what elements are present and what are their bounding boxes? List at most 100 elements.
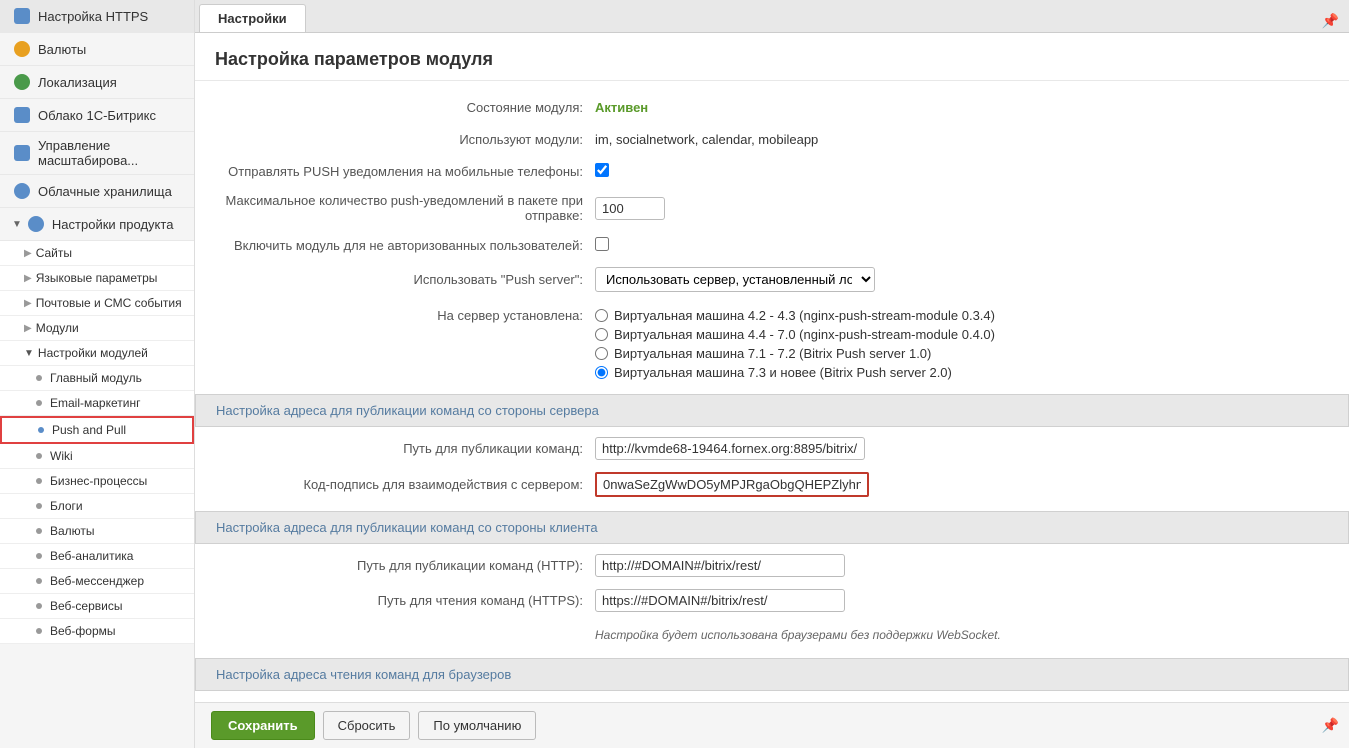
radio-7.1[interactable] [595,347,608,360]
scale-icon [12,143,32,163]
max-push-label: Максимальное количество push-уведомлений… [215,193,595,223]
sidebar-label-sites: Сайты [36,246,72,260]
sidebar-item-mail[interactable]: ▶ Почтовые и СМС события [0,291,194,316]
sidebar-label-locale: Локализация [38,75,117,90]
sidebar-label-messenger: Веб-мессенджер [50,574,144,588]
page-title: Настройка параметров модуля [195,33,1349,81]
default-button[interactable]: По умолчанию [418,711,536,740]
modules-used-label: Используют модули: [215,132,595,147]
push-server-select[interactable]: Использовать сервер, установленный локал… [595,267,875,292]
sidebar-item-storage[interactable]: Облачные хранилища [0,175,194,208]
radio-row-4.2: Виртуальная машина 4.2 - 4.3 (nginx-push… [595,308,1329,323]
sidebar-item-currencies[interactable]: Валюты [0,33,194,66]
currency-icon [12,39,32,59]
dot-icon [38,427,44,433]
sidebar-item-web-forms[interactable]: Веб-формы [0,619,194,644]
chevron-right-icon: ▶ [24,248,32,259]
pub-https-input[interactable] [595,589,845,612]
radio-group: Виртуальная машина 4.2 - 4.3 (nginx-push… [595,308,1329,380]
client-pub-section-header: Настройка адреса для публикации команд с… [195,511,1349,544]
pub-http-input[interactable] [595,554,845,577]
radio-label-4.2: Виртуальная машина 4.2 - 4.3 (nginx-push… [614,308,995,323]
push-server-row: Использовать "Push server": Использовать… [195,261,1349,298]
sidebar-item-scaling[interactable]: Управление масштабирова... [0,132,194,175]
tab-settings[interactable]: Настройки [199,4,306,32]
radio-7.3[interactable] [595,366,608,379]
sidebar-item-product-settings[interactable]: ▼ Настройки продукта [0,208,194,241]
sidebar-label-blogs: Блоги [50,499,83,513]
module-status-value: Активен [595,100,1329,115]
cloud-icon [12,105,32,125]
sidebar-label-module-settings: Настройки модулей [38,346,148,360]
sidebar-item-main-module[interactable]: Главный модуль [0,366,194,391]
sidebar-item-email-marketing[interactable]: Email-маркетинг [0,391,194,416]
pub-http-label: Путь для публикации команд (HTTP): [215,558,595,573]
sidebar-item-lang[interactable]: ▶ Языковые параметры [0,266,194,291]
bottom-toolbar: Сохранить Сбросить По умолчанию 📌 [195,702,1349,748]
pin-icon: 📌 [1322,13,1339,30]
save-button[interactable]: Сохранить [211,711,315,740]
chevron-down-icon: ▼ [12,219,22,230]
storage-icon [12,181,32,201]
sidebar-item-module-settings[interactable]: ▼ Настройки модулей [0,341,194,366]
pub-path-label: Путь для публикации команд: [215,441,595,456]
sidebar-item-modules[interactable]: ▶ Модули [0,316,194,341]
pub-path-row: Путь для публикации команд: [195,431,1349,466]
installed-on-label: На сервер установлена: [215,308,595,323]
pub-path-input[interactable] [595,437,865,460]
sidebar-label-business-proc: Бизнес-процессы [50,474,147,488]
reset-button[interactable]: Сбросить [323,711,411,740]
enable-unauth-checkbox[interactable] [595,237,609,251]
sidebar-item-business-proc[interactable]: Бизнес-процессы [0,469,194,494]
module-status-label: Состояние модуля: [215,100,595,115]
sidebar-label-modules: Модули [36,321,79,335]
module-status-row: Состояние модуля: Активен [195,91,1349,123]
radio-4.4[interactable] [595,328,608,341]
modules-used-value: im, socialnetwork, calendar, mobileapp [595,132,1329,147]
sidebar-item-push-pull[interactable]: Push and Pull [0,416,194,444]
sidebar-item-blogs[interactable]: Блоги [0,494,194,519]
sidebar-item-sites[interactable]: ▶ Сайты [0,241,194,266]
sidebar-label-web-services: Веб-сервисы [50,599,122,613]
sidebar-label-https: Настройка HTTPS [38,9,148,24]
sidebar-item-cloud[interactable]: Облако 1С-Битрикс [0,99,194,132]
sidebar-item-currencies2[interactable]: Валюты [0,519,194,544]
max-push-input[interactable] [595,197,665,220]
signature-input[interactable] [597,474,867,495]
radio-4.2[interactable] [595,309,608,322]
settings-icon [26,214,46,234]
sidebar-item-web-services[interactable]: Веб-сервисы [0,594,194,619]
content-area: Настройка параметров модуля Состояние мо… [195,33,1349,702]
chevron-down-icon: ▼ [24,348,34,359]
chevron-right-icon: ▶ [24,273,32,284]
pub-https-label: Путь для чтения команд (HTTPS): [215,593,595,608]
dot-icon [36,528,42,534]
sidebar-item-locale[interactable]: Локализация [0,66,194,99]
radio-row-7.1: Виртуальная машина 7.1 - 7.2 (Bitrix Pus… [595,346,1329,361]
max-push-row: Максимальное количество push-уведомлений… [195,187,1349,229]
sidebar-label-main-module: Главный модуль [50,371,142,385]
sidebar-item-messenger[interactable]: Веб-мессенджер [0,569,194,594]
sidebar-label-email-marketing: Email-маркетинг [50,396,140,410]
pub-https-row: Путь для чтения команд (HTTPS): [195,583,1349,618]
sidebar-label-lang: Языковые параметры [36,271,158,285]
radio-label-7.3: Виртуальная машина 7.3 и новее (Bitrix P… [614,365,952,380]
sidebar-label-currencies2: Валюты [50,524,95,538]
sidebar-label-wiki: Wiki [50,449,73,463]
sidebar-label-scaling: Управление масштабирова... [38,138,186,168]
sidebar-item-web-analytics[interactable]: Веб-аналитика [0,544,194,569]
signature-highlight-box [595,472,869,497]
websocket-note: Настройка будет использована браузерами … [595,628,1001,642]
sidebar-item-wiki[interactable]: Wiki [0,444,194,469]
signature-row: Код-подпись для взаимодействия с серверо… [195,466,1349,503]
sidebar-item-https[interactable]: Настройка HTTPS [0,0,194,33]
dot-icon [36,375,42,381]
enable-unauth-label: Включить модуль для не авторизованных по… [215,238,595,253]
send-push-checkbox[interactable] [595,163,609,177]
signature-label: Код-подпись для взаимодействия с серверо… [215,477,595,492]
modules-used-row: Используют модули: im, socialnetwork, ca… [195,123,1349,155]
form-container: Состояние модуля: Активен Используют мод… [195,81,1349,702]
sidebar: Настройка HTTPS Валюты Локализация Облак… [0,0,195,748]
tab-bar: Настройки 📌 [195,0,1349,33]
dot-icon [36,453,42,459]
